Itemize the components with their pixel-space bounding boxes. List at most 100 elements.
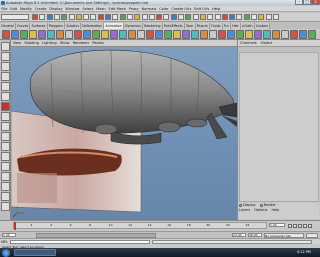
shelf-tool-icon[interactable] [245,30,253,39]
menu-modify[interactable]: Modify [19,6,34,12]
step-back-icon[interactable] [293,224,297,228]
shelf-tool-icon[interactable] [290,30,298,39]
shelf-tool-icon[interactable] [56,30,64,39]
toolbox-tool-icon[interactable] [1,192,10,201]
minimize-icon[interactable]: – [295,0,303,5]
panel-menu-shading[interactable]: Shading [23,40,41,47]
shelf-tool-icon[interactable] [236,30,244,39]
status-tool-icon[interactable] [53,14,60,20]
play-back-icon[interactable] [298,224,302,228]
status-tool-icon[interactable] [236,14,243,20]
status-tool-icon[interactable] [61,14,68,20]
range-start-field[interactable]: 1.00 [2,233,16,237]
status-tool-icon[interactable] [119,14,126,20]
status-tool-icon[interactable] [83,14,90,20]
layer-menu-help[interactable]: Help [271,208,279,212]
toolbox-tool-icon[interactable] [1,152,10,161]
panel-menu-lighting[interactable]: Lighting [41,40,59,47]
status-tool-icon[interactable] [75,14,82,20]
status-tool-icon[interactable] [272,14,279,20]
shelf-tool-icon[interactable] [29,30,37,39]
toolbox-tool-icon[interactable] [1,122,10,131]
menu-display[interactable]: Display [48,6,64,12]
channel-box-tab-channels[interactable]: Channels [238,40,259,47]
menu-normals[interactable]: Normals [140,6,158,12]
shelf-tool-icon[interactable] [65,30,73,39]
status-tool-icon[interactable] [46,14,53,20]
status-tool-icon[interactable] [221,14,228,20]
status-tool-icon[interactable] [126,14,133,20]
shelf-tool-icon[interactable] [308,30,316,39]
shelf-tool-icon[interactable] [47,30,55,39]
menu-color[interactable]: Color [158,6,170,12]
toolbox-tool-icon[interactable] [1,162,10,171]
shelf-tool-icon[interactable] [200,30,208,39]
shelf-tool-icon[interactable] [173,30,181,39]
toolbox-tool-icon[interactable] [1,42,10,51]
shelf-tool-icon[interactable] [191,30,199,39]
menu-mesh[interactable]: Mesh [95,6,107,12]
shelf-tool-icon[interactable] [164,30,172,39]
shelf-tool-icon[interactable] [263,30,271,39]
shelf-tool-icon[interactable] [74,30,82,39]
play-forward-icon[interactable] [303,224,307,228]
status-tool-icon[interactable] [39,14,46,20]
status-tool-icon[interactable] [265,14,272,20]
menu-proxy[interactable]: Proxy [127,6,140,12]
status-tool-icon[interactable] [258,14,265,20]
radio-icon[interactable] [259,203,263,207]
menu-window[interactable]: Window [64,6,81,12]
shelf-tool-icon[interactable] [20,30,28,39]
shelf-tool-icon[interactable] [209,30,217,39]
shelf-tool-icon[interactable] [227,30,235,39]
status-tool-icon[interactable] [156,14,163,20]
shelf-tool-icon[interactable] [38,30,46,39]
shelf-tool-icon[interactable] [128,30,136,39]
shelf-tool-icon[interactable] [146,30,154,39]
menu-edit-mesh[interactable]: Edit Mesh [107,6,127,12]
toolbox-tool-icon[interactable] [1,72,10,81]
status-tool-icon[interactable] [68,14,75,20]
shelf-tool-icon[interactable] [254,30,262,39]
go-to-start-icon[interactable] [288,224,292,228]
status-tool-icon[interactable] [214,14,221,20]
menu-set-dropdown[interactable] [1,14,29,20]
shelf-tool-icon[interactable] [83,30,91,39]
maximize-icon[interactable]: □ [303,0,311,5]
status-tool-icon[interactable] [199,14,206,20]
menu-select[interactable]: Select [81,6,95,12]
status-tool-icon[interactable] [251,14,257,20]
shelf-tool-icon[interactable] [299,30,307,39]
radio-icon[interactable] [239,203,242,207]
shelf-tool-icon[interactable] [155,30,163,39]
status-tool-icon[interactable] [90,14,97,20]
status-tool-icon[interactable] [148,14,155,20]
shelf-tool-icon[interactable] [92,30,100,39]
layer-menu-options[interactable]: Options [254,208,267,212]
status-tool-icon[interactable] [105,14,111,20]
shelf-tool-icon[interactable] [218,30,226,39]
toolbox-tool-icon[interactable] [1,132,10,141]
shelf-tool-icon[interactable] [110,30,118,39]
menu-edit[interactable]: Edit [9,6,19,12]
status-tool-icon[interactable] [207,14,214,20]
toolbox-tool-icon[interactable] [1,102,10,111]
status-tool-icon[interactable] [178,14,184,20]
layer-mode-display[interactable]: Display [243,203,256,207]
shelf-tool-icon[interactable] [272,30,280,39]
step-forward-icon[interactable] [308,224,312,228]
status-tool-icon[interactable] [112,14,119,20]
menu-create-uvs[interactable]: Create UVs [170,6,193,12]
status-tool-icon[interactable] [97,14,104,20]
menu-help[interactable]: Help [211,6,222,12]
current-frame-field[interactable]: 1.00 [269,223,285,227]
start-button[interactable] [2,248,10,257]
toolbox-tool-icon[interactable] [1,142,10,151]
menu-create[interactable]: Create [33,6,48,12]
status-tool-icon[interactable] [185,14,192,20]
toolbox-tool-icon[interactable] [1,172,10,181]
anim-end-field[interactable]: 48.00 [248,233,262,237]
menu-file[interactable]: File [0,6,9,12]
panel-menu-show[interactable]: Show [58,40,71,47]
taskbar-maya-button[interactable] [14,249,56,256]
